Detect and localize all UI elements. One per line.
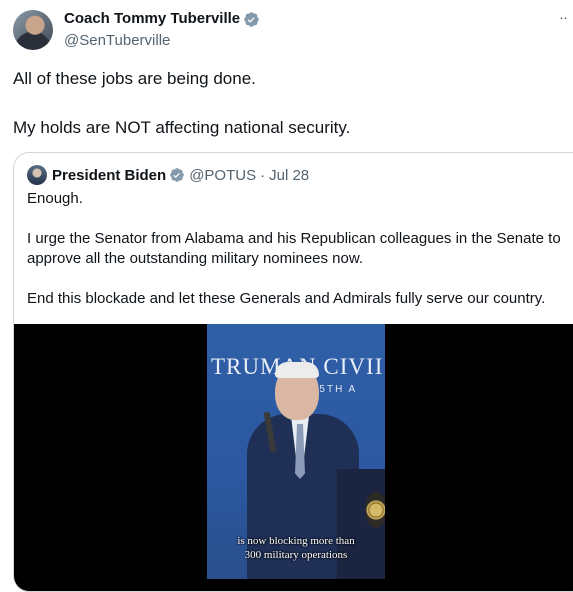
more-options-icon[interactable]: ·· <box>559 9 568 26</box>
author-handle[interactable]: @SenTuberville <box>64 31 260 51</box>
tweet-text-line: My holds are NOT affecting national secu… <box>13 118 351 137</box>
quoted-tweet-date[interactable]: Jul 28 <box>269 167 309 184</box>
meta-separator: · <box>260 166 266 184</box>
verified-badge-icon <box>244 11 259 27</box>
tweet-author: Coach Tommy Tuberville @SenTuberville <box>64 9 260 51</box>
quoted-author-avatar[interactable] <box>27 165 47 185</box>
caption-line: is now blocking more than <box>237 535 355 547</box>
video-frame[interactable]: TRUMAN CIVII NAL 75TH A is now blocking … <box>207 324 385 579</box>
verified-badge-icon <box>170 168 185 182</box>
author-name-row: Coach Tommy Tuberville <box>64 9 260 29</box>
quoted-tweet[interactable]: President Biden @POTUS · Jul 28 Enough. … <box>13 152 573 592</box>
caption-line: 300 military operations <box>244 549 348 561</box>
quoted-tweet-header: President Biden @POTUS · Jul 28 <box>27 165 309 185</box>
quoted-text-paragraph: I urge the Senator from Alabama and his … <box>27 230 561 267</box>
author-name[interactable]: Coach Tommy Tuberville <box>64 9 240 29</box>
speaker-hair <box>275 362 319 378</box>
video-caption: is now blocking more than 300 military o… <box>207 534 385 562</box>
tweet-author-avatar[interactable] <box>13 10 53 50</box>
quoted-author-handle[interactable]: @POTUS <box>189 167 256 184</box>
presidential-seal <box>365 492 385 528</box>
video-player[interactable]: TRUMAN CIVII NAL 75TH A is now blocking … <box>14 324 573 591</box>
quoted-author-name[interactable]: President Biden <box>52 167 166 184</box>
tweet-text-line: All of these jobs are being done. <box>13 69 256 88</box>
quoted-text-paragraph: Enough. <box>27 190 83 207</box>
quoted-tweet-text: Enough. I urge the Senator from Alabama … <box>27 189 572 329</box>
quoted-text-paragraph: End this blockade and let these Generals… <box>27 290 546 307</box>
